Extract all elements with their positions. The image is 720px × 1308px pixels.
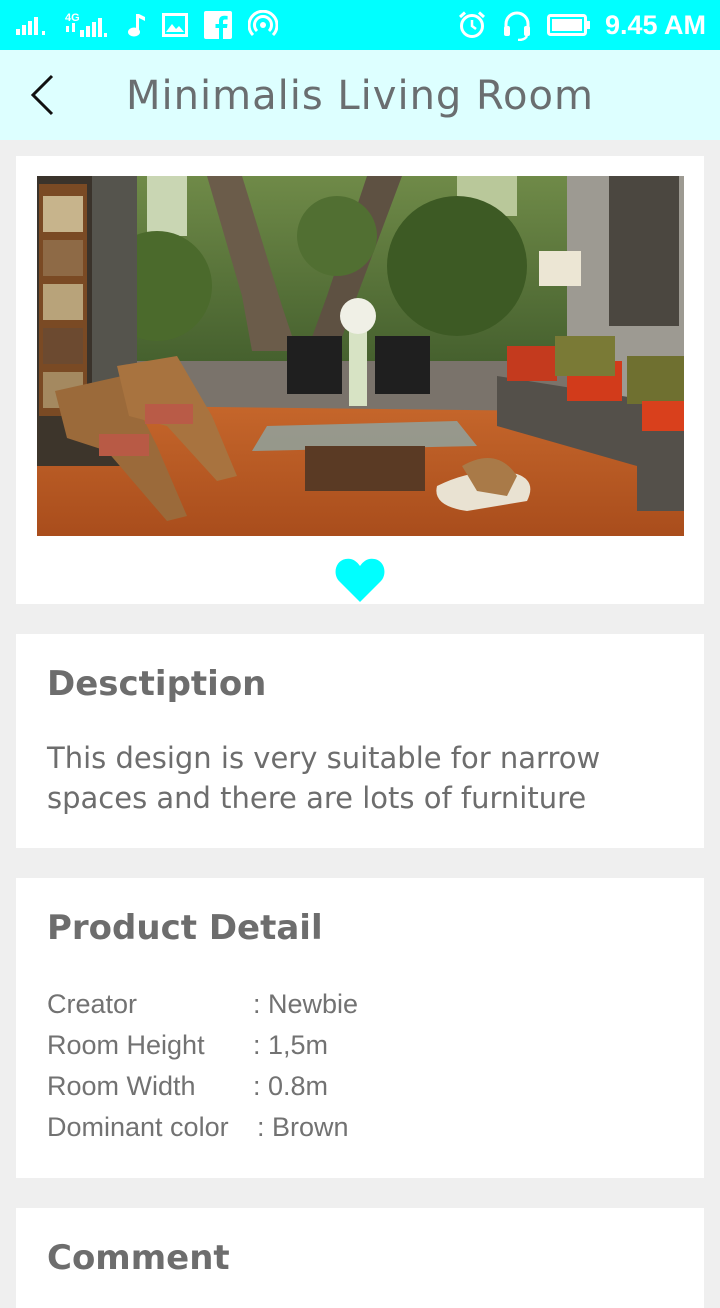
hotspot-icon [248,10,278,40]
status-time: 9.45 AM [604,9,706,40]
description-heading: Desctiption [47,664,267,704]
detail-label: Room Height [47,1030,205,1060]
heart-icon [335,558,385,602]
status-bar: 4G 9.45 AM [0,0,720,50]
product-image-card [16,156,704,604]
page-title: Minimalis Living Room [126,73,594,119]
product-photo [37,176,684,536]
network-label: 4G [65,12,80,24]
facebook-icon [204,11,232,39]
signal-4g-icon: 4G [64,10,110,40]
alarm-icon [457,10,487,40]
detail-value: : 0.8m [253,1071,329,1101]
comment-card: Comment [16,1208,704,1308]
app-bar: Minimalis Living Room [0,50,720,140]
detail-value: : Brown [257,1112,349,1142]
detail-row-creator: Creator : Newbie [47,984,667,1025]
detail-value: : 1,5m [253,1030,329,1060]
detail-row-room-width: Room Width : 0.8m [47,1066,667,1107]
detail-row-room-height: Room Height : 1,5m [47,1025,667,1066]
signal-icon [16,14,48,36]
favorite-button[interactable] [334,556,386,604]
detail-row-dominant-color: Dominant color : Brown [47,1107,667,1148]
battery-icon [546,13,591,37]
detail-label: Creator [47,989,138,1019]
image-icon [162,13,188,37]
headset-icon [501,9,533,41]
description-text: This design is very suitable for narrow … [47,741,601,815]
detail-value: : Newbie [253,989,359,1019]
music-note-icon [126,12,146,38]
product-detail-heading: Product Detail [47,908,323,948]
detail-label: Dominant color [47,1112,229,1142]
product-detail-card: Product Detail Creator : Newbie Room Hei… [16,878,704,1178]
description-card: Desctiption This design is very suitable… [16,634,704,848]
detail-label: Room Width [47,1071,196,1101]
comment-heading: Comment [47,1238,230,1278]
